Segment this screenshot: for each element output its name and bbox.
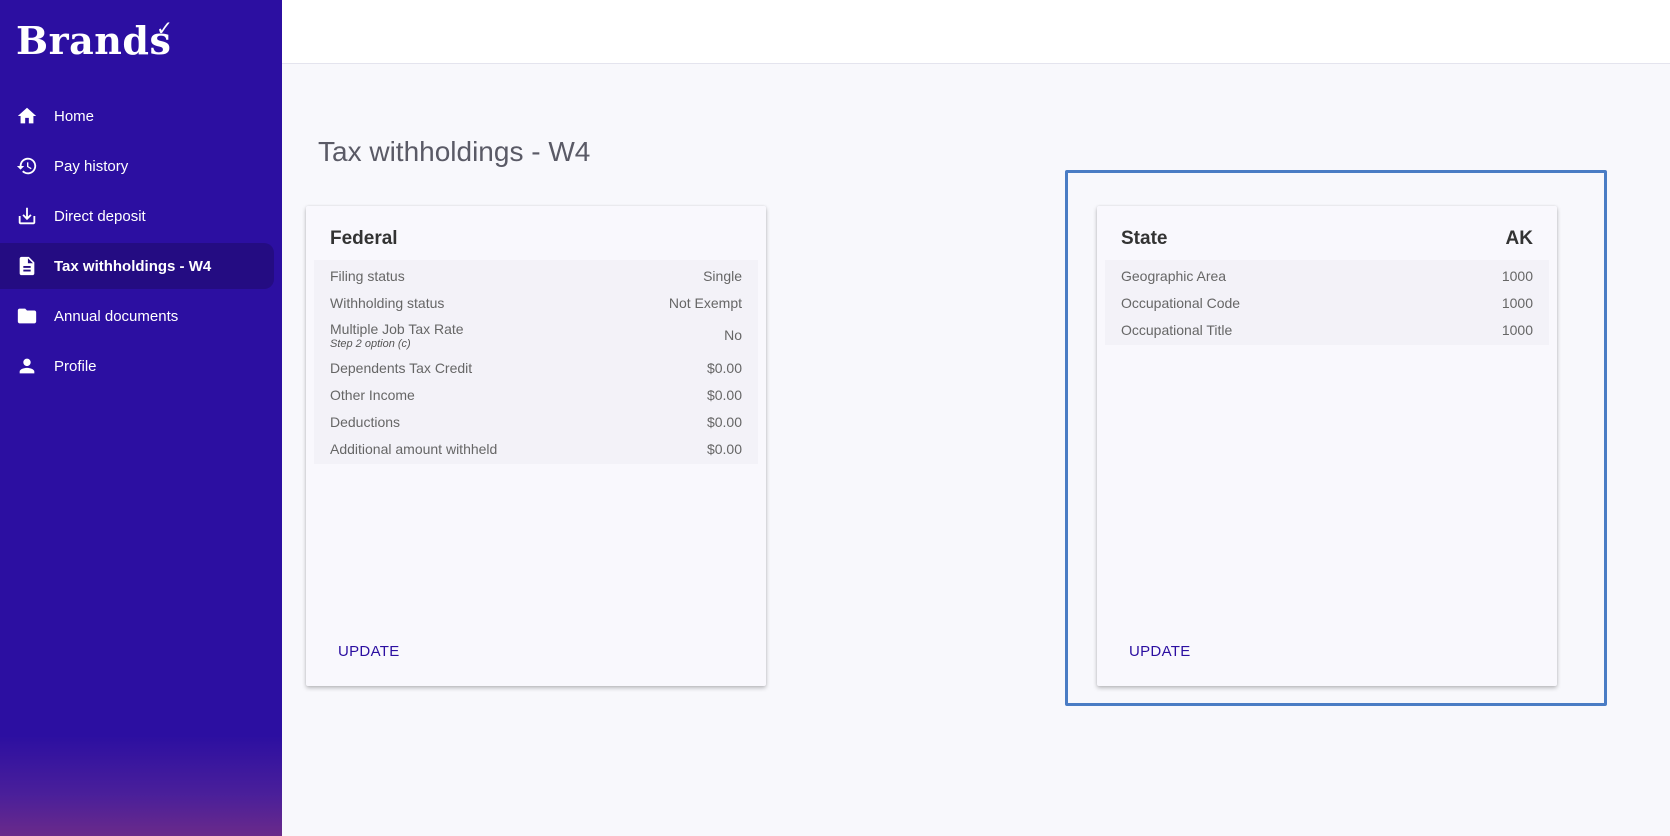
sidebar-item-home[interactable]: Home xyxy=(0,93,274,139)
page-title: Tax withholdings - W4 xyxy=(318,136,591,167)
federal-details-list: Filing status Single Withholding status … xyxy=(314,260,758,464)
detail-value: 1000 xyxy=(1501,321,1533,338)
detail-value: $0.00 xyxy=(706,440,742,457)
sidebar-item-annual-documents[interactable]: Annual documents xyxy=(0,293,274,339)
sidebar: Brands ✓ Home Pay history Direct deposit xyxy=(0,0,282,836)
federal-update-button[interactable]: UPDATE xyxy=(330,639,408,664)
sidebar-item-label: Pay history xyxy=(54,157,129,175)
detail-row-geographic-area: Geographic Area 1000 xyxy=(1105,262,1549,289)
top-bar xyxy=(282,0,1670,64)
home-icon xyxy=(16,105,38,127)
detail-row-deductions: Deductions $0.00 xyxy=(314,408,758,435)
download-icon xyxy=(16,205,38,227)
detail-row-dependents-tax-credit: Dependents Tax Credit $0.00 xyxy=(314,354,758,381)
federal-card-title: Federal xyxy=(330,228,398,249)
detail-sublabel: Step 2 option (c) xyxy=(330,337,411,350)
state-details-list: Geographic Area 1000 Occupational Code 1… xyxy=(1105,260,1549,345)
sidebar-item-label: Annual documents xyxy=(54,307,179,325)
history-icon xyxy=(16,155,38,177)
brand-logo[interactable]: Brands ✓ xyxy=(16,16,174,63)
state-update-button[interactable]: UPDATE xyxy=(1121,639,1199,664)
check-icon: ✓ xyxy=(156,16,174,40)
sidebar-item-pay-history[interactable]: Pay history xyxy=(0,143,274,189)
detail-label: Other Income xyxy=(330,386,415,403)
detail-value: Single xyxy=(703,267,742,284)
detail-value: $0.00 xyxy=(706,413,742,430)
detail-value: 1000 xyxy=(1501,267,1533,284)
detail-row-other-income: Other Income $0.00 xyxy=(314,381,758,408)
detail-label: Dependents Tax Credit xyxy=(330,359,473,376)
folder-icon xyxy=(16,305,38,327)
detail-value: $0.00 xyxy=(706,359,742,376)
detail-row-occupational-title: Occupational Title 1000 xyxy=(1105,316,1549,343)
state-card-header: State AK xyxy=(1097,206,1557,260)
detail-value: Not Exempt xyxy=(668,294,742,311)
detail-label: Filing status xyxy=(330,267,405,284)
federal-card: Federal Filing status Single Withholding… xyxy=(306,206,766,686)
person-icon xyxy=(16,355,38,377)
document-icon xyxy=(16,255,38,277)
state-code: AK xyxy=(1505,228,1533,249)
state-card: State AK Geographic Area 1000 Occupation… xyxy=(1097,206,1557,686)
detail-row-withholding-status: Withholding status Not Exempt xyxy=(314,289,758,316)
sidebar-item-label: Profile xyxy=(54,357,97,375)
sidebar-nav: Home Pay history Direct deposit Tax with… xyxy=(0,93,282,393)
detail-value: 1000 xyxy=(1501,294,1533,311)
brand-name: Brands xyxy=(16,18,172,63)
sidebar-item-direct-deposit[interactable]: Direct deposit xyxy=(0,193,274,239)
detail-label: Additional amount withheld xyxy=(330,440,498,457)
detail-label: Multiple Job Tax Rate xyxy=(330,320,464,337)
detail-row-multiple-job-tax-rate: Multiple Job Tax Rate Step 2 option (c) … xyxy=(314,316,758,354)
sidebar-item-label: Tax withholdings - W4 xyxy=(54,257,212,275)
detail-label: Deductions xyxy=(330,413,401,430)
federal-card-header: Federal xyxy=(306,206,766,260)
detail-label: Occupational Code xyxy=(1121,294,1241,311)
detail-value: No xyxy=(724,327,742,343)
detail-value: $0.00 xyxy=(706,386,742,403)
sidebar-item-profile[interactable]: Profile xyxy=(0,343,274,389)
detail-label: Geographic Area xyxy=(1121,267,1227,284)
sidebar-item-label: Home xyxy=(54,107,95,125)
state-card-title: State xyxy=(1121,228,1168,249)
sidebar-item-tax-withholdings[interactable]: Tax withholdings - W4 xyxy=(0,243,274,289)
detail-row-occupational-code: Occupational Code 1000 xyxy=(1105,289,1549,316)
detail-label: Withholding status xyxy=(330,294,445,311)
detail-label: Occupational Title xyxy=(1121,321,1233,338)
detail-row-filing-status: Filing status Single xyxy=(314,262,758,289)
sidebar-item-label: Direct deposit xyxy=(54,207,146,225)
detail-row-additional-amount-withheld: Additional amount withheld $0.00 xyxy=(314,435,758,462)
